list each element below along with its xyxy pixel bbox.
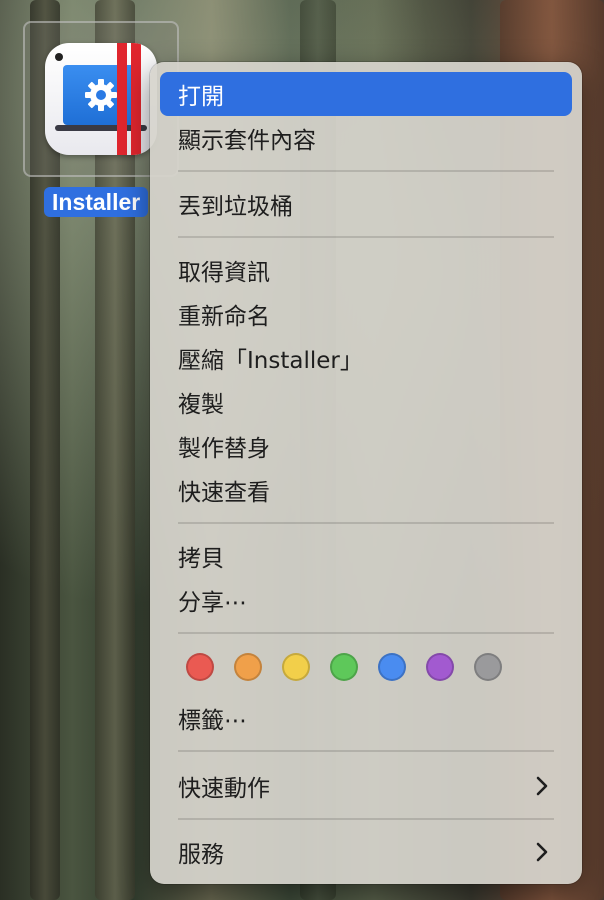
menu-item-label: 打開 [178,84,224,110]
menu-item-move-to-trash[interactable]: 丟到垃圾桶 [160,182,572,226]
menu-item-quick-actions[interactable]: 快速動作 [160,764,572,808]
menu-item-get-info[interactable]: 取得資訊 [160,248,572,292]
menu-item-label: 標籤⋯ [178,708,247,734]
menu-separator [178,170,554,172]
menu-item-duplicate[interactable]: 複製 [160,380,572,424]
menu-item-compress[interactable]: 壓縮「Installer」 [160,336,572,380]
context-menu: 打開 顯示套件內容 丟到垃圾桶 取得資訊 重新命名 壓縮「Installer」 … [150,62,582,884]
icon-ribbon [131,43,141,155]
tag-color-orange[interactable] [234,653,262,681]
icon-camera-dot [55,53,63,61]
chevron-right-icon [536,776,548,796]
menu-separator [178,818,554,820]
menu-item-rename[interactable]: 重新命名 [160,292,572,336]
icon-ribbon [117,43,127,155]
menu-item-label: 丟到垃圾桶 [178,194,293,220]
menu-item-services[interactable]: 服務 [160,830,572,874]
desktop-icon-label[interactable]: Installer [44,187,149,217]
menu-separator [178,750,554,752]
menu-item-label: 快速動作 [178,776,270,802]
tag-color-yellow[interactable] [282,653,310,681]
tag-color-gray[interactable] [474,653,502,681]
menu-item-label: 製作替身 [178,436,270,462]
tag-color-purple[interactable] [426,653,454,681]
menu-item-label: 複製 [178,392,224,418]
tag-color-red[interactable] [186,653,214,681]
menu-separator [178,522,554,524]
tag-color-green[interactable] [330,653,358,681]
menu-item-quick-look[interactable]: 快速查看 [160,468,572,512]
menu-item-share[interactable]: 分享⋯ [160,578,572,622]
menu-item-copy[interactable]: 拷貝 [160,534,572,578]
menu-item-make-alias[interactable]: 製作替身 [160,424,572,468]
menu-item-label: 壓縮「Installer」 [178,348,363,374]
chevron-right-icon [536,842,548,862]
tag-color-blue[interactable] [378,653,406,681]
menu-item-show-package-contents[interactable]: 顯示套件內容 [160,116,572,160]
menu-item-label: 分享⋯ [178,590,247,616]
menu-item-label: 拷貝 [178,546,224,572]
menu-separator [178,236,554,238]
menu-item-open[interactable]: 打開 [160,72,572,116]
installer-app-icon[interactable] [45,43,157,155]
menu-item-label: 取得資訊 [178,260,270,286]
menu-item-label: 顯示套件內容 [178,128,316,154]
gear-icon [85,79,117,111]
menu-item-label: 服務 [178,842,224,868]
menu-item-tags[interactable]: 標籤⋯ [160,696,572,740]
menu-item-label: 重新命名 [178,304,270,330]
menu-separator [178,632,554,634]
menu-item-label: 快速查看 [178,480,270,506]
